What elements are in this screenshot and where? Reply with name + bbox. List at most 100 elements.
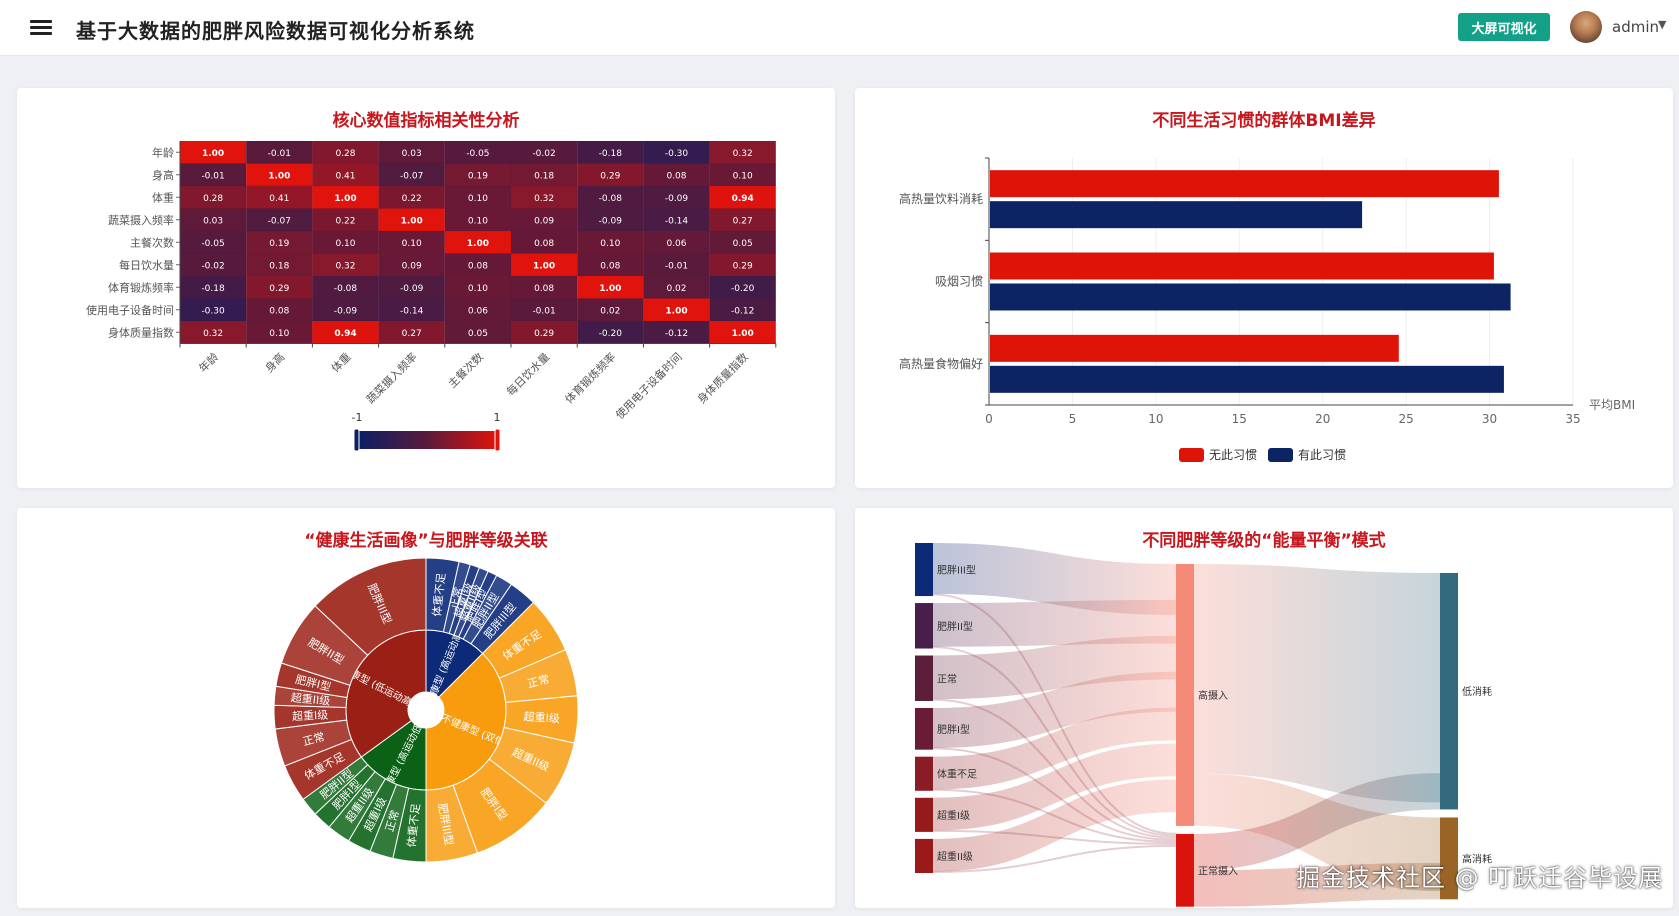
sunburst-outer-label: 超重I级 bbox=[523, 709, 560, 725]
sankey-node[interactable] bbox=[915, 655, 933, 701]
sankey-node[interactable] bbox=[915, 708, 933, 750]
user-name[interactable]: admin bbox=[1612, 18, 1659, 36]
legend-label[interactable]: 有此习惯 bbox=[1298, 447, 1346, 462]
sankey-node-label: 正常摄入 bbox=[1198, 864, 1238, 877]
correlation-heatmap: 1.00 -0.01 0.28 0.03 -0.05 -0.02 -0.18 -0.30 0.3… bbox=[86, 140, 777, 452]
energy-balance-panel: 不同肥胖等级的“能量平衡”模式 肥胖III型 肥胖II型 正常 肥胖I型 体重不足 超重I… bbox=[855, 508, 1673, 908]
heatmap-row-label: 体重 bbox=[152, 190, 174, 204]
bar bbox=[990, 283, 1511, 311]
menu-toggle-icon[interactable] bbox=[30, 17, 52, 39]
heatmap-cell-label: 0.08 bbox=[666, 171, 686, 181]
heatmap-cell-label: 0.10 bbox=[733, 171, 753, 181]
heatmap-col-label: 身体质量指数 bbox=[694, 350, 751, 407]
sankey-node[interactable] bbox=[1440, 573, 1458, 810]
bar-x-tick-label: 10 bbox=[1148, 412, 1163, 426]
heatmap-cell-label: 1.00 bbox=[665, 306, 687, 316]
heatmap-cell-label: 1.00 bbox=[202, 149, 224, 159]
sankey-node-label: 肥胖I型 bbox=[937, 723, 970, 736]
heatmap-col-label: 使用电子设备时间 bbox=[612, 350, 684, 422]
visual-map-max-label: 1 bbox=[494, 411, 501, 424]
heatmap-cell-label: 0.02 bbox=[666, 284, 686, 294]
heatmap-cell-label: -0.12 bbox=[731, 306, 754, 316]
heatmap-cell-label: 0.27 bbox=[402, 329, 422, 339]
sankey-flow[interactable] bbox=[1194, 564, 1440, 803]
bar-x-axis-label: 平均BMI bbox=[1589, 398, 1635, 412]
heatmap-cell-label: 0.08 bbox=[600, 261, 620, 271]
bar bbox=[990, 252, 1494, 280]
heatmap-cell-label: 0.32 bbox=[335, 261, 355, 271]
bar-x-tick-label: 20 bbox=[1315, 412, 1330, 426]
bar-category-label: 高热量食物偏好 bbox=[899, 356, 983, 371]
heatmap-cell-label: 0.29 bbox=[600, 171, 620, 181]
bar-x-tick-label: 35 bbox=[1565, 412, 1580, 426]
heatmap-cell-label: 0.27 bbox=[733, 216, 753, 226]
sankey-node[interactable] bbox=[915, 543, 933, 597]
heatmap-cell-label: -0.01 bbox=[665, 261, 688, 271]
visual-map-bar[interactable] bbox=[357, 431, 497, 449]
heatmap-cell-label: 0.41 bbox=[269, 194, 289, 204]
visual-map-handle-max[interactable] bbox=[494, 428, 501, 452]
heatmap-cell-label: -0.01 bbox=[201, 171, 224, 181]
sankey-node-label: 高摄入 bbox=[1198, 689, 1228, 702]
heatmap-cell-label: 0.05 bbox=[468, 329, 488, 339]
sankey-node-label: 体重不足 bbox=[937, 768, 977, 781]
heatmap-cell-label: 0.03 bbox=[402, 149, 422, 159]
heatmap-cell-label: 0.03 bbox=[203, 216, 223, 226]
legend-label[interactable]: 无此习惯 bbox=[1209, 447, 1257, 462]
energy-sankey-chart: 肥胖III型肥胖II型正常肥胖I型体重不足超重I级超重II级 高摄入正常摄入 低消耗… bbox=[915, 543, 1492, 907]
heatmap-cell-label: 0.29 bbox=[269, 284, 289, 294]
heatmap-cell-label: -0.05 bbox=[201, 239, 224, 249]
heatmap-cell-label: 0.09 bbox=[402, 261, 422, 271]
bar bbox=[990, 201, 1363, 229]
heatmap-row-label: 体育锻炼频率 bbox=[108, 280, 174, 294]
bar bbox=[990, 334, 1399, 362]
sankey-node[interactable] bbox=[1176, 833, 1194, 907]
top-bar: 基于大数据的肥胖风险数据可视化分析系统 大屏可视化 admin ▼ bbox=[0, 0, 1679, 56]
heatmap-cell-label: 0.18 bbox=[269, 261, 289, 271]
heatmap-cell-label: 0.06 bbox=[666, 239, 686, 249]
bar bbox=[990, 170, 1499, 198]
legend-swatch[interactable] bbox=[1179, 448, 1204, 462]
visual-map-handle-min[interactable] bbox=[353, 428, 360, 452]
heatmap-cell-label: 0.10 bbox=[335, 239, 355, 249]
sankey-node[interactable] bbox=[915, 603, 933, 649]
heatmap-row-label: 身高 bbox=[152, 168, 174, 182]
heatmap-cell-label: 0.08 bbox=[269, 306, 289, 316]
big-screen-button[interactable]: 大屏可视化 bbox=[1458, 13, 1550, 41]
heatmap-cell-label: -0.05 bbox=[466, 149, 489, 159]
heatmap-row-label: 身体质量指数 bbox=[108, 325, 174, 339]
heatmap-cell-label: -0.20 bbox=[599, 329, 623, 339]
chevron-down-icon[interactable]: ▼ bbox=[1658, 18, 1666, 31]
heatmap-cell-label: 0.32 bbox=[203, 329, 223, 339]
heatmap-row-label: 主餐次数 bbox=[130, 235, 174, 249]
heatmap-cell-label: -0.20 bbox=[731, 284, 755, 294]
sankey-node[interactable] bbox=[915, 838, 933, 873]
heatmap-cell-label: 0.05 bbox=[733, 239, 753, 249]
bar-x-tick-label: 25 bbox=[1399, 412, 1414, 426]
heatmap-cell-label: -0.08 bbox=[599, 194, 623, 204]
legend-swatch[interactable] bbox=[1268, 448, 1293, 462]
heatmap-row-label: 使用电子设备时间 bbox=[86, 303, 174, 317]
sankey-node[interactable] bbox=[1176, 564, 1194, 826]
sunburst-outer-label: 超重I级 bbox=[292, 708, 329, 724]
sankey-node[interactable] bbox=[915, 756, 933, 791]
heatmap-cell-label: 1.00 bbox=[401, 216, 423, 226]
avatar[interactable] bbox=[1570, 11, 1602, 43]
heatmap-cell-label: -0.09 bbox=[400, 284, 424, 294]
heatmap-cell-label: -0.30 bbox=[201, 306, 225, 316]
app-title: 基于大数据的肥胖风险数据可视化分析系统 bbox=[76, 19, 475, 43]
heatmap-col-label: 主餐次数 bbox=[445, 350, 486, 391]
heatmap-cell-label: 0.02 bbox=[600, 306, 620, 316]
health-profile-panel: “健康生活画像”与肥胖等级关联 不健康型 (高运动高蔬菜) 体重不足 正常 超重I级超… bbox=[17, 508, 835, 908]
visual-map-min-label: -1 bbox=[352, 411, 363, 424]
heatmap-cell-label: 1.00 bbox=[599, 284, 621, 294]
heatmap-cell-label: -0.08 bbox=[334, 284, 358, 294]
heatmap-cell-label: 0.94 bbox=[334, 329, 356, 339]
heatmap-col-label: 体重 bbox=[328, 350, 353, 375]
heatmap-cell-label: 0.18 bbox=[534, 171, 554, 181]
bar-x-tick-label: 0 bbox=[985, 412, 993, 426]
heatmap-cell-label: 0.22 bbox=[402, 194, 422, 204]
heatmap-cell-label: 0.10 bbox=[468, 194, 488, 204]
sankey-node[interactable] bbox=[915, 797, 933, 832]
sankey-node-label: 肥胖III型 bbox=[937, 564, 976, 577]
